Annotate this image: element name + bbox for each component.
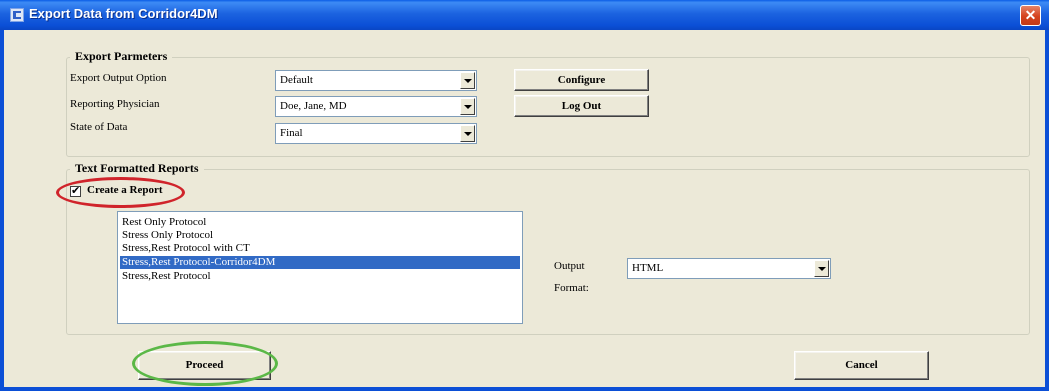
export-output-option-select[interactable]: Default — [275, 70, 477, 91]
list-item[interactable]: Rest Only Protocol — [120, 216, 520, 229]
export-dialog: Export Data from Corridor4DM ✕ Export Pa… — [0, 0, 1049, 391]
state-of-data-value: Final — [280, 127, 303, 139]
window-frame-bottom — [0, 387, 1049, 391]
protocol-listbox[interactable]: Rest Only Protocol Stress Only Protocol … — [117, 211, 523, 324]
close-button[interactable]: ✕ — [1020, 5, 1041, 26]
window-frame-left — [0, 30, 4, 391]
export-output-option-label: Export Output Option — [70, 72, 167, 84]
output-format-value: HTML — [632, 262, 664, 274]
create-report-checkbox[interactable] — [70, 184, 81, 197]
create-report-label[interactable]: Create a Report — [87, 184, 163, 196]
list-item-selected[interactable]: Stress,Rest Protocol-Corridor4DM — [120, 256, 520, 269]
proceed-button[interactable]: Proceed — [138, 351, 271, 380]
configure-button[interactable]: Configure — [514, 69, 649, 91]
cancel-button[interactable]: Cancel — [794, 351, 929, 380]
window-title: Export Data from Corridor4DM — [29, 6, 218, 21]
output-format-label-line1: Output — [554, 260, 585, 272]
title-bar[interactable]: Export Data from Corridor4DM ✕ — [0, 0, 1049, 30]
chevron-down-icon[interactable] — [460, 72, 475, 89]
reporting-physician-label: Reporting Physician — [70, 98, 160, 110]
output-format-label-line2: Format: — [554, 282, 589, 294]
reporting-physician-select[interactable]: Doe, Jane, MD — [275, 96, 477, 117]
list-item[interactable]: Stress,Rest Protocol — [120, 270, 520, 283]
output-format-select[interactable]: HTML — [627, 258, 831, 279]
chevron-down-icon[interactable] — [460, 98, 475, 115]
window-frame-right — [1045, 30, 1049, 391]
text-reports-legend: Text Formatted Reports — [70, 161, 204, 176]
list-item[interactable]: Stress,Rest Protocol with CT — [120, 242, 520, 255]
chevron-down-icon[interactable] — [814, 260, 829, 277]
state-of-data-label: State of Data — [70, 121, 128, 133]
list-item[interactable]: Stress Only Protocol — [120, 229, 520, 242]
chevron-down-icon[interactable] — [460, 125, 475, 142]
reporting-physician-value: Doe, Jane, MD — [280, 100, 347, 112]
log-out-button[interactable]: Log Out — [514, 95, 649, 117]
state-of-data-select[interactable]: Final — [275, 123, 477, 144]
export-output-option-value: Default — [280, 74, 313, 86]
export-parameters-legend: Export Parmeters — [70, 49, 173, 64]
app-icon — [10, 8, 24, 22]
